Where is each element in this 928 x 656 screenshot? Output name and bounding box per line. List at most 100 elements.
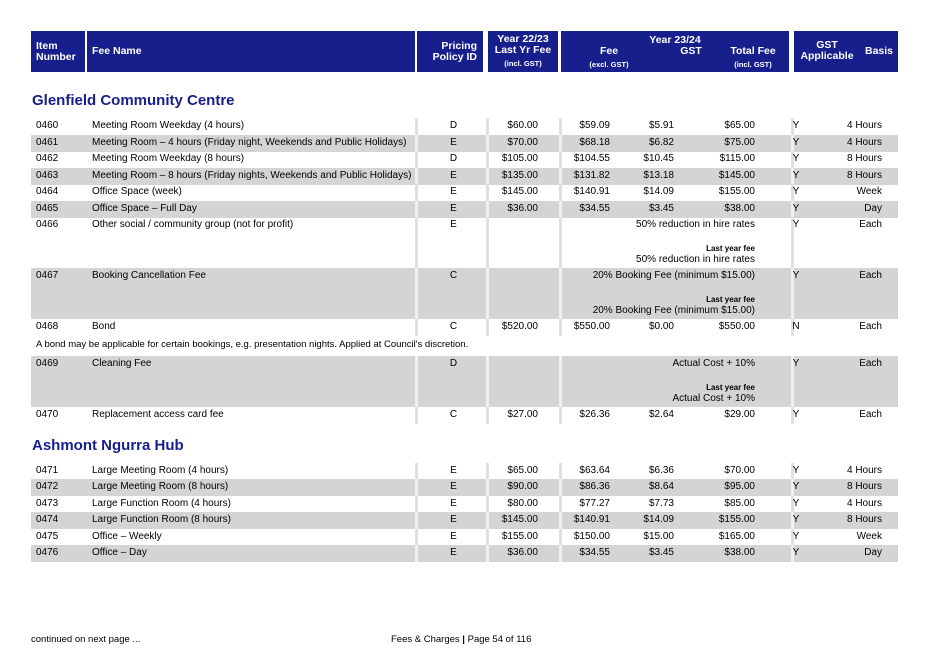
pricing-policy-id: E [450,186,457,197]
column-separator [559,545,562,562]
header-fee-name-label: Fee Name [92,45,142,57]
page-footer-prefix: Fees & Charges [391,634,463,645]
header-item-number-line1: Item [36,39,58,52]
fee-excl-gst: $140.91 [573,186,610,197]
header-item-number-line2: Number [36,50,76,63]
bond-note: A bond may be applicable for certain boo… [36,339,469,350]
pricing-policy-id: E [450,547,457,558]
basis: Each [859,270,882,281]
fee-name: Large Function Room (4 hours) [92,498,231,509]
header-total-fee-line1: Total Fee [730,45,776,57]
fee-excl-gst: $104.55 [573,153,610,164]
basis: 8 Hours [846,481,882,492]
last-year-fee-text: 50% reduction in hire rates [636,254,755,265]
gst-amount: $3.45 [648,547,674,558]
continued-note: continued on next page ... [31,634,141,645]
last-year-fee: $36.00 [507,547,538,558]
total-fee: $95.00 [724,481,755,492]
basis: Day [864,547,882,558]
gst-amount: $8.64 [648,481,674,492]
pricing-policy-id: E [450,498,457,509]
gst-applicable: Y [792,409,800,420]
basis: 4 Hours [846,498,882,509]
table-row: 0469 Cleaning Fee D Actual Cost + 10% Last y… [31,356,898,407]
pricing-policy-id: E [450,465,457,476]
column-separator [415,201,418,218]
gst-applicable: Y [792,137,800,148]
total-fee: $38.00 [724,547,755,558]
fee-excl-gst: $131.82 [573,170,610,181]
gst-amount: $14.09 [643,514,674,525]
column-separator [415,463,418,480]
table-row: 0471 Large Meeting Room (4 hours) E $65.00 $… [31,463,898,480]
basis: Week [856,531,882,542]
fee-name: Meeting Room Weekday (4 hours) [92,120,245,131]
gst-amount: $6.36 [648,465,674,476]
column-separator [559,268,562,319]
column-separator [415,217,418,268]
column-separator [415,151,418,168]
last-year-fee: $520.00 [501,321,538,332]
item-number: 0468 [36,321,59,332]
column-separator [559,463,562,480]
column-separator [559,217,562,268]
column-separator [559,118,562,135]
item-number: 0467 [36,270,59,281]
fee-name: Large Meeting Room (8 hours) [92,481,229,492]
header-pricing-line1: Pricing [441,39,477,52]
table-row: 0472 Large Meeting Room (8 hours) E $90.00 $… [31,479,898,496]
item-number: 0461 [36,137,59,148]
basis: 4 Hours [846,465,882,476]
gst-amount: $5.91 [648,120,674,131]
header-gst-basis-group: GST Applicable Basis [794,31,898,72]
fee-excl-gst: $86.36 [579,481,610,492]
item-number: 0465 [36,203,59,214]
page-footer: Fees & Charges | Page 54 of 116 [391,634,531,645]
table-row: 0468 Bond C $520.00 $550.00 $0.00 $550.00 N Each [31,319,898,336]
gst-amount: $10.45 [643,153,674,164]
gst-applicable: Y [792,219,800,230]
fee-excl-gst: $140.91 [573,514,610,525]
table-row: 0474 Large Function Room (8 hours) E $145.0… [31,512,898,529]
last-year-fee-block: Last year fee Actual Cost + 10% [672,382,755,404]
header-year-curr-group: Year 23/24 Fee (excl. GST) GST Total Fee… [561,31,789,72]
last-year-fee: $145.00 [501,186,538,197]
gst-amount: $2.64 [648,409,674,420]
total-fee: $165.00 [718,531,755,542]
last-year-fee-block: Last year fee 20% Booking Fee (minimum $1… [593,294,755,316]
item-number: 0470 [36,409,59,420]
page-footer-page: Page 54 of 116 [464,634,532,645]
table-row: 0475 Office – Weekly E $155.00 $150.00 $15.00… [31,529,898,546]
column-separator [486,118,489,135]
fee-name: Replacement access card fee [92,409,224,420]
column-separator [559,479,562,496]
basis: 8 Hours [846,514,882,525]
gst-applicable: Y [792,170,800,181]
column-separator [559,184,562,201]
total-fee: $145.00 [718,170,755,181]
header-total-fee: Total Fee (incl. GST) [721,46,785,70]
item-number: 0474 [36,514,59,525]
table-row: 0473 Large Function Room (4 hours) E $80.00… [31,496,898,513]
table-row: 0460 Meeting Room Weekday (4 hours) D $60.0… [31,118,898,135]
column-separator [415,268,418,319]
column-separator [486,168,489,185]
pricing-policy-id: D [449,358,458,369]
gst-applicable: Y [792,120,800,131]
header-gst-applicable: GST Applicable [799,40,855,62]
fee-excl-gst: $34.55 [579,547,610,558]
fee-name: Meeting Room – 4 hours (Friday night, We… [92,137,407,148]
gst-applicable: Y [792,203,800,214]
basis: Week [856,186,882,197]
total-fee: $115.00 [719,153,755,164]
total-fee: $85.00 [724,498,755,509]
item-number: 0473 [36,498,59,509]
header-pricing-policy: Pricing Policy ID [417,31,483,72]
last-year-fee: $105.00 [501,153,538,164]
column-separator [415,496,418,513]
header-total-fee-line2: (incl. GST) [734,60,772,69]
item-number: 0460 [36,120,59,131]
basis: Each [859,219,882,230]
fee-description: 50% reduction in hire rates [636,219,755,230]
fee-excl-gst: $26.36 [579,409,610,420]
